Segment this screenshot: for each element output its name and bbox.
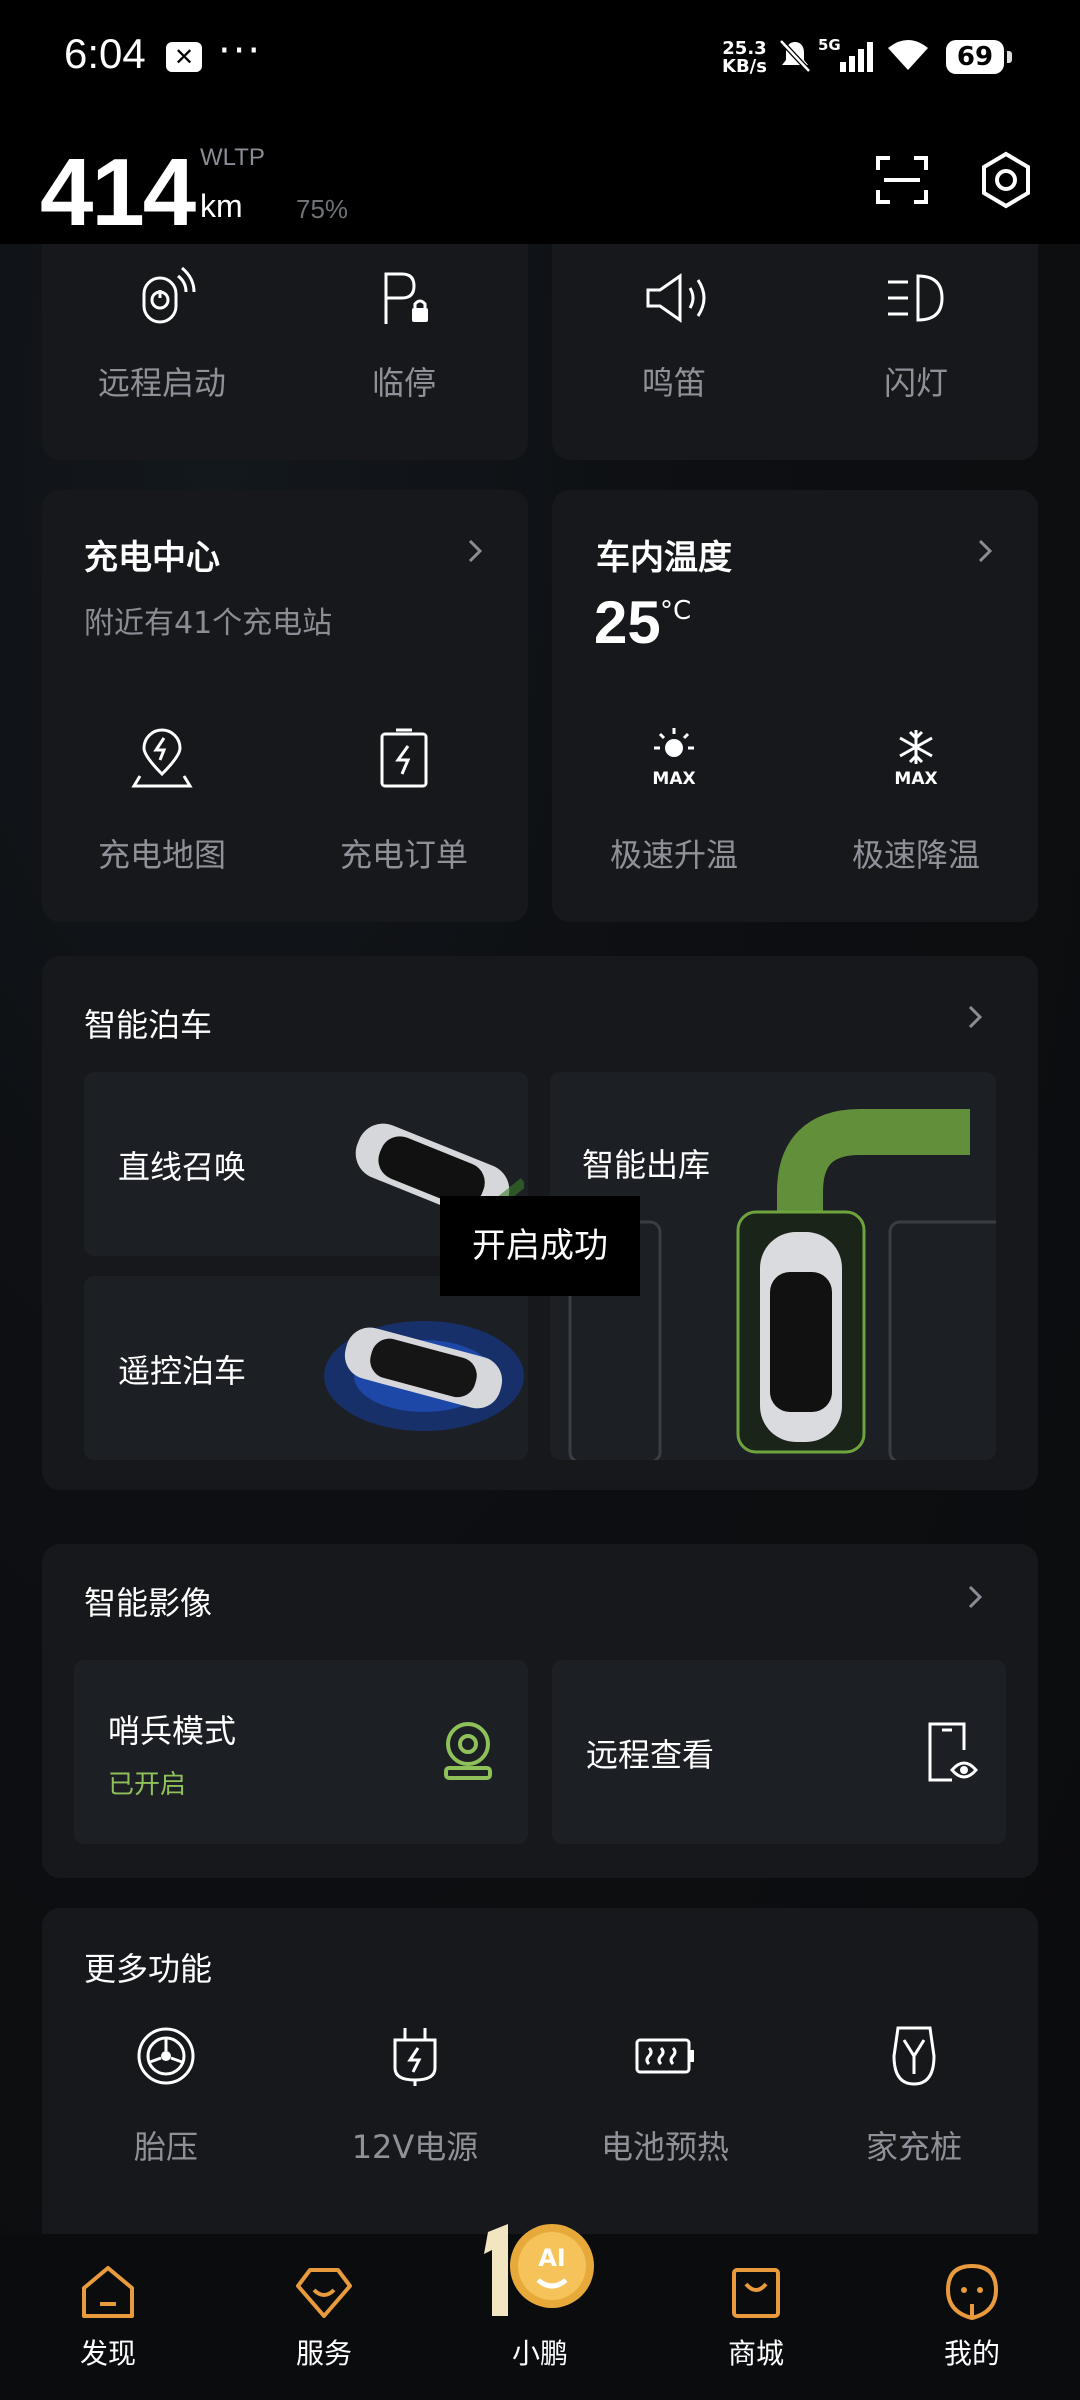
sentry-mode-status: 已开启 (108, 1770, 187, 1800)
rapid-cool-max-text: MAX (894, 769, 937, 789)
app-notification-icon: ✕ (166, 42, 202, 72)
remote-start-label[interactable]: 远程启动 (62, 358, 262, 404)
tire-pressure-label[interactable]: 胎压 (66, 2122, 266, 2168)
home-charger-icon[interactable] (882, 2024, 946, 2088)
rapid-heat-icon[interactable]: MAX (642, 726, 706, 790)
remote-view-tile[interactable]: 远程查看 (552, 1660, 1006, 1844)
nav-mine[interactable]: 我的 (902, 2262, 1042, 2372)
charging-center-title[interactable]: 充电中心 (84, 530, 220, 579)
status-bar: 6:04 ✕ ··· 25.3 KB/s 5G 69 (0, 0, 1080, 110)
sentry-mode-tile[interactable]: 哨兵模式 已开启 (74, 1660, 528, 1844)
chevron-right-icon[interactable] (962, 1584, 988, 1610)
tire-pressure-icon[interactable] (134, 2024, 198, 2088)
profile-icon (945, 2263, 999, 2321)
nav-mall[interactable]: 商城 (686, 2262, 826, 2372)
nav-discover[interactable]: 发现 (38, 2262, 178, 2372)
battery-preheat-label[interactable]: 电池预热 (565, 2122, 765, 2168)
remote-start-icon[interactable] (130, 262, 200, 332)
charging-stations-nearby: 附近有41个充电站 (84, 606, 333, 641)
cabin-temperature-card[interactable]: 车内温度 25 °C MAX 极速升温 MAX 极速降温 (552, 490, 1038, 922)
network-type: 5G (818, 36, 841, 54)
smart-parking-title[interactable]: 智能泊车 (84, 1000, 212, 1046)
scan-icon[interactable] (872, 150, 932, 210)
network-speed: 25.3 KB/s (722, 40, 767, 76)
flash-lights-icon[interactable] (884, 266, 948, 330)
range-value: 414 (40, 139, 196, 246)
network-speed-unit: KB/s (722, 56, 767, 77)
battery-preheat-icon[interactable] (633, 2024, 697, 2088)
cellular-signal-icon: 5G (818, 36, 873, 72)
rapid-heat-label[interactable]: 极速升温 (574, 830, 774, 876)
temp-park-label[interactable]: 临停 (304, 358, 504, 404)
horn-label[interactable]: 鸣笛 (574, 358, 774, 404)
mute-icon (779, 39, 811, 73)
more-functions-card: 更多功能 胎压 12V电源 电池预热 家充桩 (42, 1908, 1038, 2234)
xpeng-ai-logo-icon[interactable]: AI (478, 2220, 602, 2330)
chevron-right-icon[interactable] (972, 538, 998, 564)
cabin-temp-unit: °C (660, 596, 692, 626)
nav-discover-label[interactable]: 发现 (38, 2332, 178, 2372)
temp-park-icon[interactable] (372, 266, 436, 330)
bottom-navigation: 发现 服务 小鹏 AI 商城 我的 (0, 2224, 1080, 2400)
rapid-heat-max-text: MAX (652, 769, 695, 789)
more-functions-title: 更多功能 (84, 1950, 213, 1988)
home-icon (82, 2266, 134, 2318)
range-unit: km (200, 188, 243, 224)
sentry-mode-label[interactable]: 哨兵模式 (108, 1706, 236, 1752)
range-standard: WLTP (200, 144, 265, 171)
remote-parking-tile[interactable]: 遥控泊车 (84, 1276, 528, 1460)
logo-ai-text: AI (538, 2244, 566, 2272)
charging-map-icon[interactable] (130, 726, 194, 790)
sentry-camera-icon (444, 1722, 492, 1780)
flash-lights-label[interactable]: 闪灯 (816, 358, 1016, 404)
smart-imaging-title[interactable]: 智能影像 (84, 1578, 212, 1624)
range-header: 414 WLTP km 75% (0, 110, 1080, 246)
nav-xpeng-label[interactable]: 小鹏 (470, 2332, 610, 2372)
status-time: 6:04 (64, 30, 146, 77)
chevron-right-icon[interactable] (962, 1004, 988, 1030)
battery-indicator: 69 (946, 40, 1012, 74)
settings-icon[interactable] (976, 150, 1036, 210)
horn-icon[interactable] (642, 266, 714, 330)
charging-center-card[interactable]: 充电中心 附近有41个充电站 充电地图 充电订单 (42, 490, 528, 922)
remote-parking-car-image (324, 1321, 524, 1431)
service-icon (296, 2268, 352, 2318)
chevron-right-icon[interactable] (462, 538, 488, 564)
home-charger-label[interactable]: 家充桩 (814, 2122, 1014, 2168)
more-notifications-icon: ··· (218, 28, 263, 74)
nav-mall-label[interactable]: 商城 (686, 2332, 826, 2372)
smart-imaging-card: 智能影像 哨兵模式 已开启 远程查看 (42, 1544, 1038, 1878)
wifi-icon (888, 40, 928, 70)
cabin-temp-value: 25 (594, 589, 661, 656)
charging-orders-label[interactable]: 充电订单 (304, 830, 504, 876)
nav-service[interactable]: 服务 (254, 2262, 394, 2372)
12v-power-icon[interactable] (383, 2024, 447, 2088)
charging-map-label[interactable]: 充电地图 (62, 830, 262, 876)
remote-view-label[interactable]: 远程查看 (586, 1730, 714, 1776)
shopping-bag-icon (732, 2268, 780, 2318)
rapid-cool-label[interactable]: 极速降温 (816, 830, 1016, 876)
nav-mine-label[interactable]: 我的 (902, 2332, 1042, 2372)
straight-summon-label[interactable]: 直线召唤 (118, 1142, 246, 1188)
nav-service-label[interactable]: 服务 (254, 2332, 394, 2372)
remote-view-icon (928, 1722, 978, 1782)
cabin-temp-title[interactable]: 车内温度 (596, 530, 732, 579)
charging-orders-icon[interactable] (372, 726, 436, 790)
remote-parking-label[interactable]: 遥控泊车 (118, 1346, 246, 1392)
light-horn-card: 鸣笛 闪灯 (552, 244, 1038, 460)
rapid-cool-icon[interactable]: MAX (884, 726, 948, 790)
battery-percent: 75% (296, 194, 349, 224)
vehicle-controls-card: 远程启动 临停 (42, 244, 528, 460)
success-toast: 开启成功 (440, 1196, 640, 1296)
12v-power-label[interactable]: 12V电源 (315, 2122, 515, 2168)
